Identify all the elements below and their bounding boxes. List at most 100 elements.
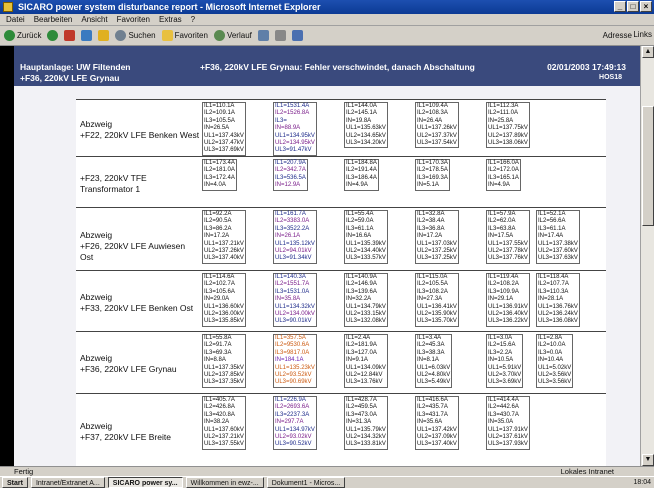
home-icon[interactable] [98, 30, 110, 41]
menu-favorites[interactable]: Favoriten [117, 14, 150, 25]
measurement-value: IN=8.1A [417, 357, 439, 364]
measurement-value: UL2=3.56kV [538, 371, 572, 378]
measurement-value: UL3=135.85kV [204, 318, 244, 325]
measurement-value: IL2=2693.6A [275, 404, 310, 411]
measurement-value: IN=88.9A [275, 125, 301, 132]
refresh-icon[interactable] [81, 30, 93, 41]
measurement-value: IL2=146.9A [346, 281, 377, 288]
measurement-block: IL1=32.8A IL2=38.4A IL3=36.8A IN=17.2A UL1=1… [415, 210, 459, 264]
measurement-value: IL1=3.0A [488, 335, 513, 341]
measurement-value: IL3=420.8A [204, 411, 235, 418]
scroll-up-arrow-icon[interactable]: ▲ [642, 46, 654, 58]
measurement-value: UL2=134.32kV [346, 433, 386, 440]
vertical-scrollbar[interactable]: ▲ ▼ [640, 46, 654, 466]
measurement-value: UL3=90.69kV [275, 379, 312, 386]
measurement-value: IL1=428.7A [346, 397, 377, 403]
taskbar-item-word[interactable]: Dokument1 - Micros... [266, 477, 346, 488]
feeder-label: Abzweig +F22, 220kV LFE Benken West [80, 119, 200, 141]
search-button[interactable]: Suchen [115, 30, 156, 41]
measurement-value: IL1=55.4A [346, 211, 374, 217]
measurement-value: IL3=430.7A [488, 411, 519, 418]
stop-icon[interactable] [64, 30, 76, 41]
measurement-value: UL3=138.06kV [488, 139, 528, 146]
measurement-value: IL3=473.0A [346, 411, 377, 418]
forward-arrow-icon[interactable] [47, 30, 59, 41]
measurement-value: IN=297.7A [275, 419, 304, 426]
measurement-value: IL2=38.4A [417, 218, 445, 225]
measurement-value: IL2=59.0A [346, 218, 374, 225]
measurement-value: UL1=134.79kV [346, 303, 386, 310]
measurement-value: IN=10.4A [538, 357, 564, 364]
taskbar-item-sicaro[interactable]: SICARO power sy... [107, 477, 183, 488]
feeder-label: Abzweig +F26, 220kV LFE Auwiesen Ost [80, 230, 200, 263]
measurement-value: IL3=69.3A [204, 349, 232, 356]
measurement-value: IL1=92.2A [204, 211, 232, 217]
menu-file[interactable]: Datei [6, 14, 25, 25]
measurement-value: UL3=137.40kV [417, 441, 457, 448]
mail-icon[interactable] [257, 30, 269, 41]
measurement-value: UL2=137.25kV [417, 247, 457, 254]
measurement-value: UL2=137.21kV [204, 433, 244, 440]
maximize-button[interactable]: □ [627, 1, 639, 12]
history-button[interactable]: Verlauf [213, 30, 252, 41]
measurement-block: IL1=357.5A IL2=9530.6A IL3=9817.0A IN=184.1… [273, 334, 317, 388]
measurement-value: UL1=137.43kV [204, 132, 244, 139]
measurement-value: IL1=118.4A [538, 274, 569, 280]
measurement-value: IL2=108.2A [488, 281, 519, 288]
feeder-table: Abzweig +F22, 220kV LFE Benken West IL1=11… [76, 99, 606, 466]
measurement-block: IL1=405.7A IL2=426.8A IL3=420.8A IN=38.2A UL… [202, 396, 246, 450]
measurement-value: UL1=136.60kV [204, 303, 244, 310]
measurement-value: IN=4.9A [488, 182, 510, 189]
measurement-value: UL3=91.34kV [275, 255, 312, 262]
measurement-value: IN=35.8A [275, 296, 301, 303]
measurement-value: UL1=137.42kV [417, 426, 457, 433]
scroll-thumb[interactable] [642, 106, 654, 226]
minimize-button[interactable]: _ [614, 1, 626, 12]
menu-edit[interactable]: Bearbeiten [34, 14, 73, 25]
start-button[interactable]: Start [2, 477, 28, 488]
measurement-value: IL1=112.3A [488, 103, 519, 109]
window-title: SICARO power system disturbance report -… [18, 2, 321, 12]
close-button[interactable]: × [640, 1, 652, 12]
measurement-value: IL2=172.0A [488, 167, 519, 174]
measurement-value: IL2=15.6A [488, 342, 516, 349]
scroll-down-arrow-icon[interactable]: ▼ [642, 454, 654, 466]
measurement-value: IL1=52.1A [538, 211, 566, 217]
measurement-value: UL2=137.60kV [538, 247, 578, 254]
measurement-value: IL2=459.5A [346, 404, 377, 411]
measurement-value: IN=19.8A [346, 117, 372, 124]
taskbar-item-intranet[interactable]: Intranet/Extranet A... [30, 477, 105, 488]
measurement-value: UL3=13.76kV [346, 379, 383, 386]
links-label[interactable]: Links [633, 30, 652, 39]
menu-view[interactable]: Ansicht [81, 14, 107, 25]
measurement-value: IL3=86.2A [204, 225, 232, 232]
measurement-block: IL1=119.4A IL2=108.2A IL3=109.9A IN=29.1A UL… [486, 273, 530, 327]
feeder-row: Abzweig +F37, 220kV LFE Breite IL1=405.7A I… [76, 393, 606, 466]
measurement-value: IL3=169.3A [417, 174, 448, 181]
measurement-value: IL2=45.3A [417, 342, 445, 349]
favorites-button[interactable]: Favoriten [161, 30, 208, 41]
menu-help[interactable]: ? [191, 14, 195, 25]
measurement-value: IL3=165.1A [488, 174, 519, 181]
taskbar-item-ewz[interactable]: Willkommen in ewz-... [185, 477, 264, 488]
print-icon[interactable] [274, 30, 286, 41]
measurement-value: UL3=137.69kV [204, 147, 244, 154]
measurement-value: UL2=137.47kV [204, 139, 244, 146]
measurement-value: IL2=426.8A [204, 404, 235, 411]
menu-tools[interactable]: Extras [159, 14, 182, 25]
measurement-value: UL3=5.49kV [417, 379, 451, 386]
measurement-value: UL3=137.54kV [417, 139, 457, 146]
measurement-value: UL1=135.79kV [346, 426, 386, 433]
measurement-value: UL1=137.38kV [538, 240, 578, 247]
measurement-value: IL1=2.4A [346, 335, 371, 341]
measurement-value: IL1=140.9A [346, 274, 377, 280]
measurement-block: IL1=3.0A IL2=15.6A IL3=2.2A IN=10.5A UL1=5.9… [486, 334, 524, 388]
back-button[interactable]: Zurück [4, 30, 41, 41]
measurement-value: IL2=181.0A [204, 167, 235, 174]
measurement-value: IL1=2.8A [538, 335, 563, 341]
measurement-value: UL1=134.32kV [275, 303, 315, 310]
edit-icon[interactable] [291, 30, 303, 41]
measurement-value: IL2=442.6A [488, 404, 519, 411]
event-datetime: 02/01/2003 17:49:13 [547, 62, 626, 72]
measurement-value: UL1=5.91kV [488, 364, 522, 371]
